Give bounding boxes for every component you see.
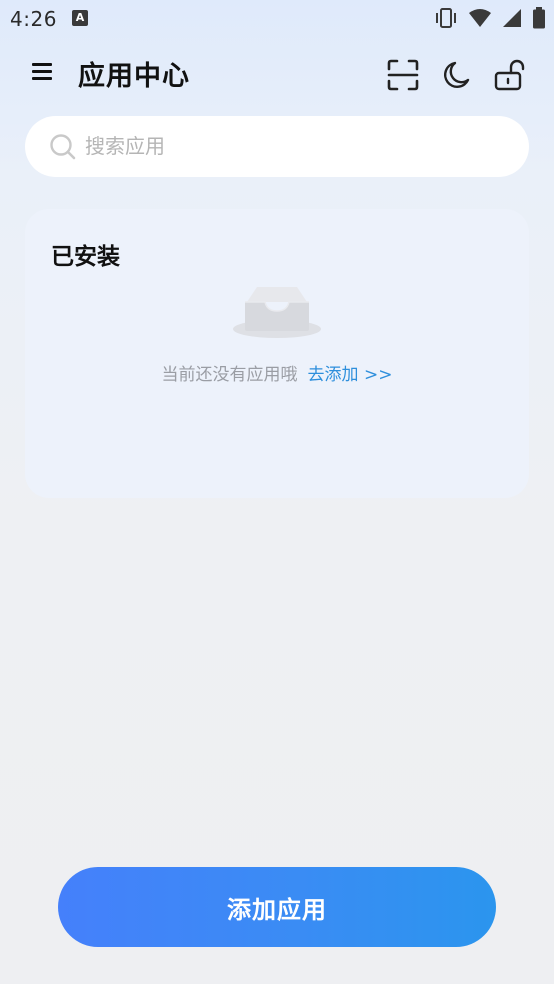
search-icon: [50, 134, 76, 160]
scan-icon[interactable]: [386, 58, 420, 92]
status-bar: 4:26 A: [0, 0, 554, 38]
menu-button[interactable]: [30, 60, 56, 86]
go-add-link[interactable]: 去添加 >>: [308, 365, 393, 385]
notification-app-icon: A: [72, 10, 88, 26]
menu-icon-bar: [32, 77, 52, 80]
status-time: 4:26: [10, 7, 57, 31]
empty-inbox-icon: [233, 287, 321, 338]
installed-apps-card: 已安装 当前还没有应用哦 去添加 >>: [25, 209, 529, 498]
search-input[interactable]: [85, 128, 505, 164]
wifi-icon: [469, 9, 491, 27]
add-app-button[interactable]: 添加应用: [58, 867, 496, 947]
app-header: 应用中心: [0, 50, 554, 98]
battery-icon: [533, 7, 545, 29]
page-title: 应用中心: [78, 61, 190, 92]
vibrate-icon: [436, 8, 456, 28]
empty-state-text: 当前还没有应用哦: [161, 365, 298, 385]
installed-section-title: 已安装: [51, 244, 120, 270]
status-icons: [434, 6, 546, 30]
menu-icon: [32, 63, 52, 66]
unlock-icon[interactable]: [493, 58, 527, 92]
signal-icon: [503, 9, 521, 27]
menu-icon-bar: [32, 70, 52, 73]
moon-icon[interactable]: [440, 58, 474, 92]
search-bar[interactable]: [25, 116, 529, 177]
empty-state-row: 当前还没有应用哦 去添加 >>: [25, 360, 529, 385]
